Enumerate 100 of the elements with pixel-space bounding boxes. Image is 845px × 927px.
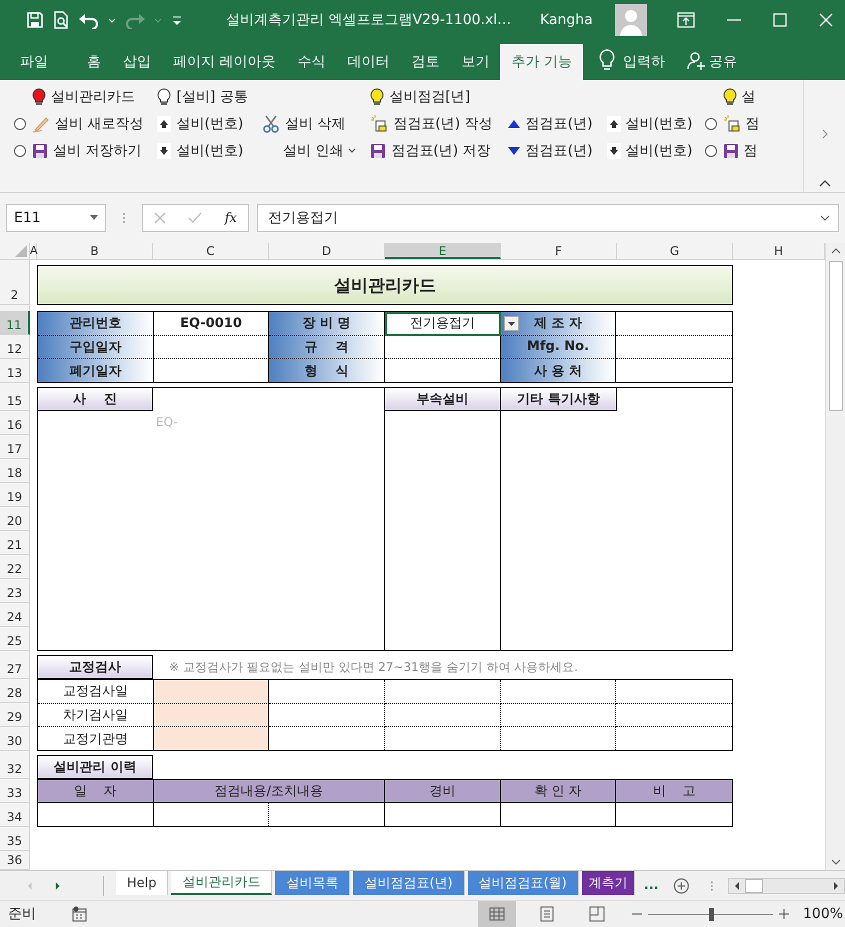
maximize-icon[interactable] bbox=[772, 13, 787, 27]
zoom-level-text[interactable]: 100% bbox=[803, 906, 844, 922]
ribbon-button[interactable]: 설비점검[년] bbox=[368, 88, 472, 106]
section-header: 교정검사 bbox=[37, 655, 153, 679]
person-add-icon[interactable] bbox=[686, 51, 707, 71]
save-icon[interactable] bbox=[26, 11, 44, 29]
chevron-right-icon[interactable] bbox=[820, 128, 828, 140]
corner-triangle-icon bbox=[15, 245, 27, 257]
scroll-up-icon[interactable] bbox=[830, 247, 840, 255]
sheet-tab[interactable]: 계측기 bbox=[582, 871, 635, 895]
column-title: 비 고 bbox=[652, 783, 696, 801]
radio-button[interactable] bbox=[704, 118, 717, 130]
field-label: 형 식 bbox=[269, 359, 385, 382]
expand-icon[interactable] bbox=[820, 214, 830, 222]
ribbon-tab[interactable]: 보기 bbox=[450, 44, 500, 80]
ribbon-display-icon[interactable] bbox=[676, 12, 695, 28]
ribbon-button[interactable]: 점 bbox=[720, 114, 762, 132]
ribbon-tab[interactable]: 데이터 bbox=[336, 44, 400, 80]
tell-me-text[interactable]: 입력하 bbox=[622, 44, 667, 80]
collapse-ribbon-icon[interactable] bbox=[818, 178, 832, 188]
dropdown-icon[interactable] bbox=[504, 316, 519, 331]
column-header[interactable]: G bbox=[617, 243, 733, 259]
scroll-thumb[interactable] bbox=[745, 878, 764, 892]
ribbon-button[interactable]: 점검표(년) 작성 bbox=[368, 114, 495, 132]
scroll-left-icon[interactable] bbox=[733, 880, 742, 890]
ribbon-tab[interactable]: 검토 bbox=[400, 44, 450, 80]
sheet-tab[interactable]: 설비관리카드 bbox=[171, 871, 272, 895]
cell-text: EQ- bbox=[155, 414, 179, 431]
ribbon-button[interactable]: 설비(번호) bbox=[604, 142, 695, 160]
row-header[interactable]: 11 bbox=[0, 311, 30, 335]
lightbulb-icon[interactable] bbox=[598, 49, 615, 71]
ribbon-tab[interactable]: 홈 bbox=[76, 44, 112, 80]
ribbon-tab[interactable]: 페이지 레이아웃 bbox=[162, 44, 286, 80]
user-name: Kangha bbox=[540, 12, 593, 28]
sheet-tab[interactable]: 설비점검표(월) bbox=[468, 871, 579, 895]
column-header[interactable]: B bbox=[37, 243, 153, 259]
macro-record-icon[interactable] bbox=[72, 906, 88, 922]
new-document-icon bbox=[722, 114, 741, 132]
ribbon-button[interactable]: 점검표(년) bbox=[504, 142, 595, 160]
field-label: Mfg. No. bbox=[500, 336, 616, 360]
ribbon-tab[interactable]: 파일 bbox=[0, 44, 76, 80]
field-label: 폐기일자 bbox=[38, 359, 154, 382]
save-icon bbox=[722, 142, 739, 158]
ribbon-button[interactable]: 설비(번호) bbox=[604, 114, 695, 132]
ribbon-tab[interactable]: 삽입 bbox=[112, 44, 162, 80]
name-box[interactable]: E11 bbox=[6, 204, 106, 232]
ribbon-button[interactable]: [설비] 공통 bbox=[155, 88, 250, 106]
zoom-in-icon[interactable] bbox=[779, 909, 789, 919]
add-sheet-icon[interactable] bbox=[672, 876, 690, 894]
close-icon[interactable] bbox=[818, 13, 833, 27]
ribbon-button[interactable]: 설비(번호) bbox=[155, 114, 246, 132]
ribbon-tab[interactable]: 수식 bbox=[286, 44, 336, 80]
column-header[interactable]: F bbox=[501, 243, 617, 259]
page-icon bbox=[539, 906, 555, 922]
scroll-thumb[interactable] bbox=[828, 261, 842, 411]
vertical-scrollbar[interactable] bbox=[825, 243, 845, 870]
section-header: 사 진 bbox=[37, 387, 153, 411]
share-text[interactable]: 공유 bbox=[708, 44, 737, 80]
column-header[interactable]: C bbox=[153, 243, 269, 259]
checkmark-icon[interactable] bbox=[188, 212, 202, 224]
normal-view-button[interactable] bbox=[478, 901, 516, 927]
scroll-right-icon[interactable] bbox=[54, 880, 62, 890]
ribbon-button[interactable]: 설비 삭제 bbox=[260, 114, 348, 132]
column-header[interactable]: A bbox=[30, 243, 37, 259]
ribbon-button[interactable]: 설비(번호) bbox=[155, 142, 246, 160]
sheet-tab[interactable]: 설비목록 bbox=[275, 871, 350, 895]
ribbon-button[interactable]: 설비 새로작성 bbox=[30, 114, 146, 132]
sheet-tab[interactable]: Help bbox=[116, 871, 168, 895]
field-label: 장 비 명 bbox=[269, 312, 385, 336]
more-tabs-button[interactable]: ... bbox=[644, 878, 659, 893]
print-preview-icon[interactable] bbox=[52, 11, 70, 29]
formula-input[interactable]: 전기용접기 bbox=[257, 204, 839, 232]
field-label: 규 격 bbox=[269, 336, 385, 360]
more-options-icon[interactable] bbox=[122, 212, 126, 224]
radio-button[interactable] bbox=[14, 144, 26, 156]
radio-button[interactable] bbox=[14, 118, 26, 130]
undo-icon[interactable] bbox=[78, 11, 100, 29]
sheet-tab[interactable]: 설비점검표(년) bbox=[353, 871, 465, 895]
radio-button[interactable] bbox=[704, 144, 717, 156]
column-title: 점검내용/조치내용 bbox=[154, 780, 385, 802]
scroll-down-icon[interactable] bbox=[830, 858, 840, 866]
ribbon-button[interactable]: 설 bbox=[720, 88, 758, 106]
horizontal-scrollbar[interactable] bbox=[728, 878, 845, 894]
slider-thumb[interactable] bbox=[708, 908, 714, 920]
ribbon-button[interactable]: 점검표(년) bbox=[504, 114, 595, 132]
status-text: 준비 bbox=[8, 905, 36, 923]
ribbon-button[interactable]: 점 bbox=[720, 142, 760, 160]
triangle-down-icon bbox=[506, 144, 521, 156]
ribbon-button[interactable]: 설비 인쇄 bbox=[260, 142, 358, 160]
scroll-right-icon[interactable] bbox=[832, 880, 840, 890]
scissors-icon bbox=[262, 114, 280, 132]
ribbon-tab[interactable]: 추가 기능 bbox=[500, 44, 583, 80]
page-break-icon bbox=[589, 906, 605, 922]
section-header: 부속설비 bbox=[385, 387, 501, 411]
new-document-icon bbox=[370, 114, 388, 132]
ribbon-button[interactable]: 점검표(년) 저장 bbox=[368, 142, 493, 160]
ribbon-button[interactable]: 설비 저장하기 bbox=[30, 142, 144, 160]
ribbon-button[interactable]: 설비관리카드 bbox=[30, 88, 137, 106]
column-header[interactable]: E bbox=[385, 243, 501, 259]
insert-function-button[interactable]: fx bbox=[224, 210, 237, 226]
